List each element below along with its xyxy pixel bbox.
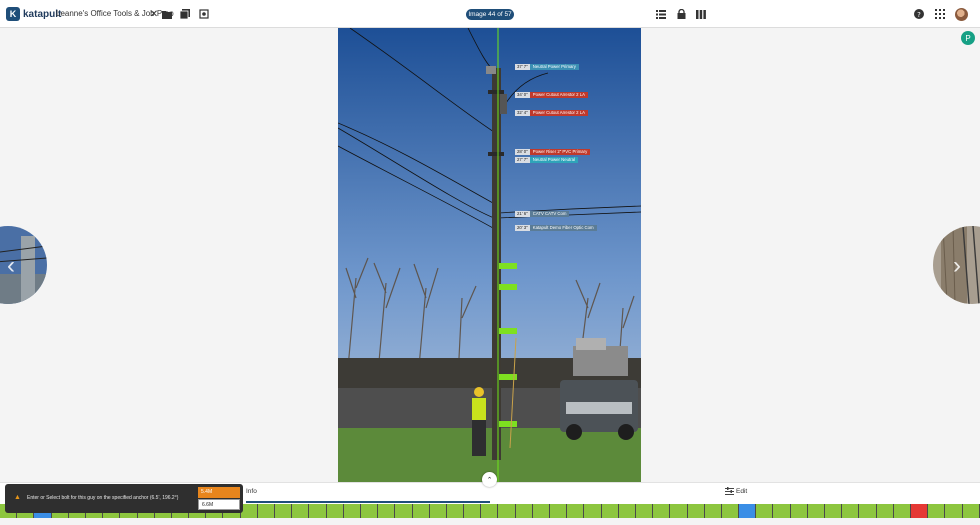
- image-counter[interactable]: Image 44 of 57: [466, 9, 514, 20]
- tab-info-indicator: [246, 501, 490, 503]
- timeline-photo-cell[interactable]: [807, 504, 824, 518]
- timeline-photo-cell[interactable]: [773, 504, 790, 518]
- apps-grid-icon[interactable]: [934, 8, 946, 20]
- timeline-photo-cell[interactable]: [910, 504, 928, 518]
- timeline-photo-cell[interactable]: [360, 504, 378, 518]
- timeline-photo-cell[interactable]: [876, 504, 893, 518]
- timeline-photo-cell[interactable]: [429, 504, 446, 518]
- timeline-photo-cell[interactable]: [721, 504, 739, 518]
- timeline-photo-cell[interactable]: [446, 504, 464, 518]
- timeline-photo-cell[interactable]: [412, 504, 429, 518]
- timeline-photo-cell[interactable]: [739, 504, 756, 518]
- timeline-photo-cell[interactable]: [275, 504, 292, 518]
- timeline-photo-cell[interactable]: [756, 504, 773, 518]
- timeline-photo-cell[interactable]: [292, 504, 309, 518]
- tab-edit[interactable]: Edit: [736, 488, 747, 495]
- timeline-photo-cell[interactable]: [584, 504, 601, 518]
- folder-icon[interactable]: [161, 8, 173, 20]
- timeline-photo-cell[interactable]: [945, 504, 962, 518]
- timeline-photo-cell[interactable]: [481, 504, 498, 518]
- timeline-photo-cell[interactable]: [928, 504, 945, 518]
- timeline-photo-cell[interactable]: [532, 504, 549, 518]
- timeline-photo-cell[interactable]: [653, 504, 670, 518]
- timeline-photo-cell[interactable]: [704, 504, 721, 518]
- user-avatar[interactable]: [955, 8, 968, 21]
- timeline-photo-cell[interactable]: [515, 504, 532, 518]
- expand-panel-button[interactable]: ⌃: [482, 472, 497, 487]
- attachment-label[interactable]: 27' 7" Neutral Power Neutral: [515, 157, 578, 163]
- attachment-label[interactable]: 34' 0" Power Cutout Arrestor 2 LA: [515, 92, 589, 98]
- timeline-photo-cell[interactable]: [395, 504, 412, 518]
- chevron-right-icon[interactable]: ›: [953, 252, 961, 280]
- list-icon[interactable]: [655, 8, 667, 20]
- timeline-photo-cell[interactable]: [687, 504, 704, 518]
- katapult-logo[interactable]: K katapult: [6, 7, 61, 21]
- attachment-label[interactable]: 20' 3" Katapult Demo Fiber Optic Com: [515, 225, 597, 231]
- timeline-photo-cell[interactable]: [326, 504, 343, 518]
- timeline-photo-cell[interactable]: [618, 504, 635, 518]
- timeline-photo-cell[interactable]: [343, 504, 360, 518]
- utility-pole-photo: [338, 28, 641, 482]
- timeline-photo-cell[interactable]: [498, 504, 515, 518]
- top-bar: K katapult Leanne's Office Tools & Job P…: [0, 0, 980, 28]
- user-initial-badge[interactable]: P: [961, 31, 975, 45]
- attachment-label[interactable]: 28' 0" Power Riser 2" PVC Primary: [515, 149, 591, 155]
- timeline-photo-cell[interactable]: [309, 504, 326, 518]
- svg-text:?: ?: [917, 11, 921, 19]
- timeline-photo-cell[interactable]: [825, 504, 842, 518]
- lock-icon[interactable]: [675, 8, 687, 20]
- timeline-photo-cell[interactable]: [635, 504, 653, 518]
- timeline-photo-cell[interactable]: [859, 504, 876, 518]
- toast-message: Enter or Select bolt for this guy on the…: [27, 495, 179, 501]
- bolt-option[interactable]: 6.6M: [198, 499, 240, 510]
- next-photo-thumbnail[interactable]: ›: [933, 226, 980, 304]
- help-icon[interactable]: ?: [913, 8, 925, 20]
- tab-info[interactable]: Info: [246, 488, 257, 495]
- timeline-photo-cell[interactable]: [464, 504, 481, 518]
- attachment-label[interactable]: 37' 7" Neutral Power Primary: [515, 64, 579, 70]
- photos-icon[interactable]: [179, 8, 191, 20]
- timeline-photo-cell[interactable]: [790, 504, 807, 518]
- camera-icon[interactable]: [198, 8, 210, 20]
- main-photo[interactable]: 37' 7" Neutral Power Primary 34' 0" Powe…: [338, 28, 641, 482]
- prev-photo-thumbnail[interactable]: ‹: [0, 226, 47, 304]
- warning-icon: ▲: [14, 494, 21, 501]
- chevron-left-icon[interactable]: ‹: [7, 252, 15, 280]
- timeline-photo-cell[interactable]: [962, 504, 979, 518]
- timeline-photo-cell[interactable]: [893, 504, 910, 518]
- sliders-icon[interactable]: [725, 487, 734, 497]
- timeline-photo-cell[interactable]: [842, 504, 859, 518]
- attachment-label[interactable]: 32' 4" Power Cutout Arrestor 2 LA: [515, 110, 589, 116]
- timeline-photo-cell[interactable]: [601, 504, 618, 518]
- bolt-option[interactable]: 5.4M: [198, 487, 240, 498]
- timeline-photo-cell[interactable]: [240, 504, 257, 518]
- timeline-photo-cell[interactable]: [550, 504, 567, 518]
- columns-icon[interactable]: [695, 8, 707, 20]
- timeline-photo-cell[interactable]: [378, 504, 395, 518]
- timeline-photo-cell[interactable]: [670, 504, 687, 518]
- timeline-photo-cell[interactable]: [257, 504, 274, 518]
- close-icon[interactable]: ✕: [148, 8, 160, 20]
- logo-mark-icon: K: [6, 7, 20, 21]
- timeline-photo-cell[interactable]: [567, 504, 584, 518]
- attachment-label[interactable]: 21' 6" CATV CATV Com: [515, 211, 570, 217]
